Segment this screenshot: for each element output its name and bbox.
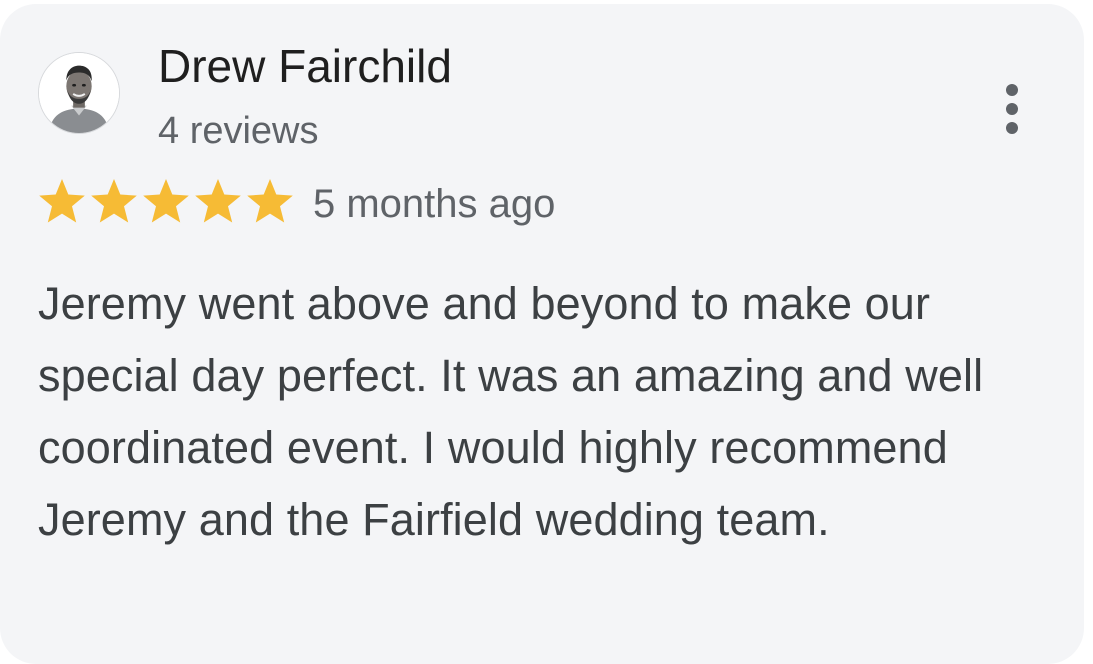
star-icon: [36, 176, 88, 226]
more-vertical-icon-dot: [1006, 122, 1018, 134]
avatar-photo-icon: [39, 53, 119, 133]
more-vertical-icon-dot: [1006, 103, 1018, 115]
star-icon: [192, 176, 244, 226]
review-text: Jeremy went above and beyond to make our…: [38, 278, 984, 545]
star-icon: [88, 176, 140, 226]
review-card: Drew Fairchild 4 reviews 5 months ago Je…: [0, 4, 1084, 664]
more-options-button[interactable]: [994, 80, 1030, 138]
star-icon: [140, 176, 192, 226]
reviewer-name[interactable]: Drew Fairchild: [158, 38, 452, 94]
reviewer-review-count[interactable]: 4 reviews: [158, 108, 319, 154]
star-rating: [36, 176, 296, 226]
star-icon: [244, 176, 296, 226]
more-vertical-icon: [1006, 84, 1018, 96]
reviewer-avatar[interactable]: [38, 52, 120, 134]
review-date: 5 months ago: [313, 182, 556, 226]
